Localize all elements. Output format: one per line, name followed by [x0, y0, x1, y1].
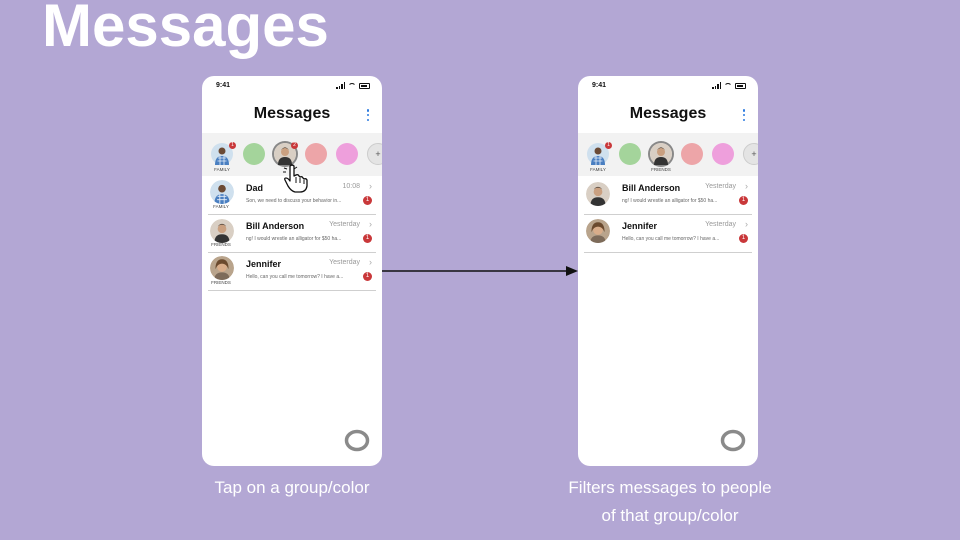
message-row-jennifer[interactable]: FRIENDS Jennifer Yesterday › Hello, can … — [208, 252, 376, 291]
chevron-right-icon: › — [369, 181, 372, 191]
contact-name: Jennifer — [622, 221, 658, 231]
contact-name: Jennifer — [246, 259, 282, 269]
contact-group-label: FRIENDS — [211, 280, 231, 285]
add-group-button[interactable]: + — [743, 143, 758, 165]
message-time: 10:08 — [342, 183, 360, 190]
caption-right-line2: of that group/color — [601, 506, 739, 525]
avatar — [586, 219, 610, 243]
group-friends-label: FRIENDS — [651, 167, 671, 172]
phone-left: 9:41 Messages 1 FAMILY 2 + FAMILY Dad 10… — [202, 76, 382, 466]
message-time: Yesterday — [329, 259, 360, 266]
group-family-label: FAMILY — [214, 167, 230, 172]
more-options-icon[interactable] — [742, 109, 746, 121]
group-green-button[interactable] — [619, 143, 641, 165]
wifi-icon — [724, 82, 732, 89]
compose-message-icon[interactable] — [720, 428, 746, 454]
unread-badge: 1 — [363, 196, 372, 205]
chevron-right-icon: › — [745, 181, 748, 191]
group-family-badge: 1 — [229, 142, 236, 149]
message-row-dad[interactable]: FAMILY Dad 10:08 › Son, we need to discu… — [208, 176, 376, 215]
group-friends-button[interactable] — [650, 143, 672, 165]
wifi-icon — [348, 82, 356, 89]
caption-left: Tap on a group/color — [214, 478, 370, 497]
status-bar: 9:41 — [592, 82, 746, 92]
avatar — [210, 219, 234, 243]
group-magenta-button[interactable] — [336, 143, 358, 165]
message-time: Yesterday — [705, 183, 736, 190]
contact-name: Dad — [246, 183, 264, 193]
add-group-button[interactable]: + — [367, 143, 382, 165]
message-preview: Hello, can you call me tomorrow? I have … — [246, 274, 344, 280]
unread-badge: 1 — [363, 272, 372, 281]
battery-icon — [735, 82, 746, 89]
status-bar: 9:41 — [216, 82, 370, 92]
chevron-right-icon: › — [369, 257, 372, 267]
chevron-right-icon: › — [369, 219, 372, 229]
contact-name: Bill Anderson — [246, 221, 305, 231]
message-preview: Hello, can you call me tomorrow? I have … — [622, 236, 720, 242]
status-time: 9:41 — [216, 82, 231, 89]
message-time: Yesterday — [329, 221, 360, 228]
message-preview: Son, we need to discuss your behavior in… — [246, 198, 342, 204]
signal-icon — [712, 82, 721, 89]
header: Messages — [578, 93, 758, 133]
message-row-bill-anderson[interactable]: Bill Anderson Yesterday › ng! I would wr… — [584, 176, 752, 215]
unread-badge: 1 — [363, 234, 372, 243]
flow-arrow-icon — [382, 266, 578, 276]
chevron-right-icon: › — [745, 219, 748, 229]
message-time: Yesterday — [705, 221, 736, 228]
page-title: Messages — [253, 105, 331, 122]
battery-icon — [359, 82, 370, 89]
group-magenta-button[interactable] — [712, 143, 734, 165]
unread-badge: 1 — [739, 234, 748, 243]
group-family-label: FAMILY — [590, 167, 606, 172]
avatar — [210, 256, 234, 280]
group-green-button[interactable] — [243, 143, 265, 165]
message-preview: ng! I would wrestle an alligator for $50… — [622, 198, 718, 204]
contact-name: Bill Anderson — [622, 183, 681, 193]
friends-avatar — [650, 143, 672, 165]
page-title: Messages — [629, 105, 707, 122]
message-row-bill-anderson[interactable]: FRIENDS Bill Anderson Yesterday › ng! I … — [208, 214, 376, 253]
contact-group-label: FAMILY — [213, 204, 229, 209]
more-options-icon[interactable] — [366, 109, 370, 121]
phone-right: 9:41 Messages 1 FAMILY FRIENDS + Bill An… — [578, 76, 758, 466]
message-preview: ng! I would wrestle an alligator for $50… — [246, 236, 342, 242]
unread-badge: 1 — [739, 196, 748, 205]
caption-right-line1: Filters messages to people — [568, 478, 772, 497]
group-filter-bar: 1 FAMILY FRIENDS + — [578, 133, 758, 176]
group-pink-button[interactable] — [681, 143, 703, 165]
message-row-jennifer[interactable]: Jennifer Yesterday › Hello, can you call… — [584, 214, 752, 253]
group-family-badge: 1 — [605, 142, 612, 149]
avatar — [210, 180, 234, 204]
header: Messages — [202, 93, 382, 133]
slide-title: Messages — [42, 0, 329, 59]
compose-message-icon[interactable] — [344, 428, 370, 454]
contact-group-label: FRIENDS — [211, 242, 231, 247]
group-friends-badge: 2 — [291, 142, 298, 149]
status-time: 9:41 — [592, 82, 607, 89]
avatar — [586, 182, 610, 206]
signal-icon — [336, 82, 345, 89]
